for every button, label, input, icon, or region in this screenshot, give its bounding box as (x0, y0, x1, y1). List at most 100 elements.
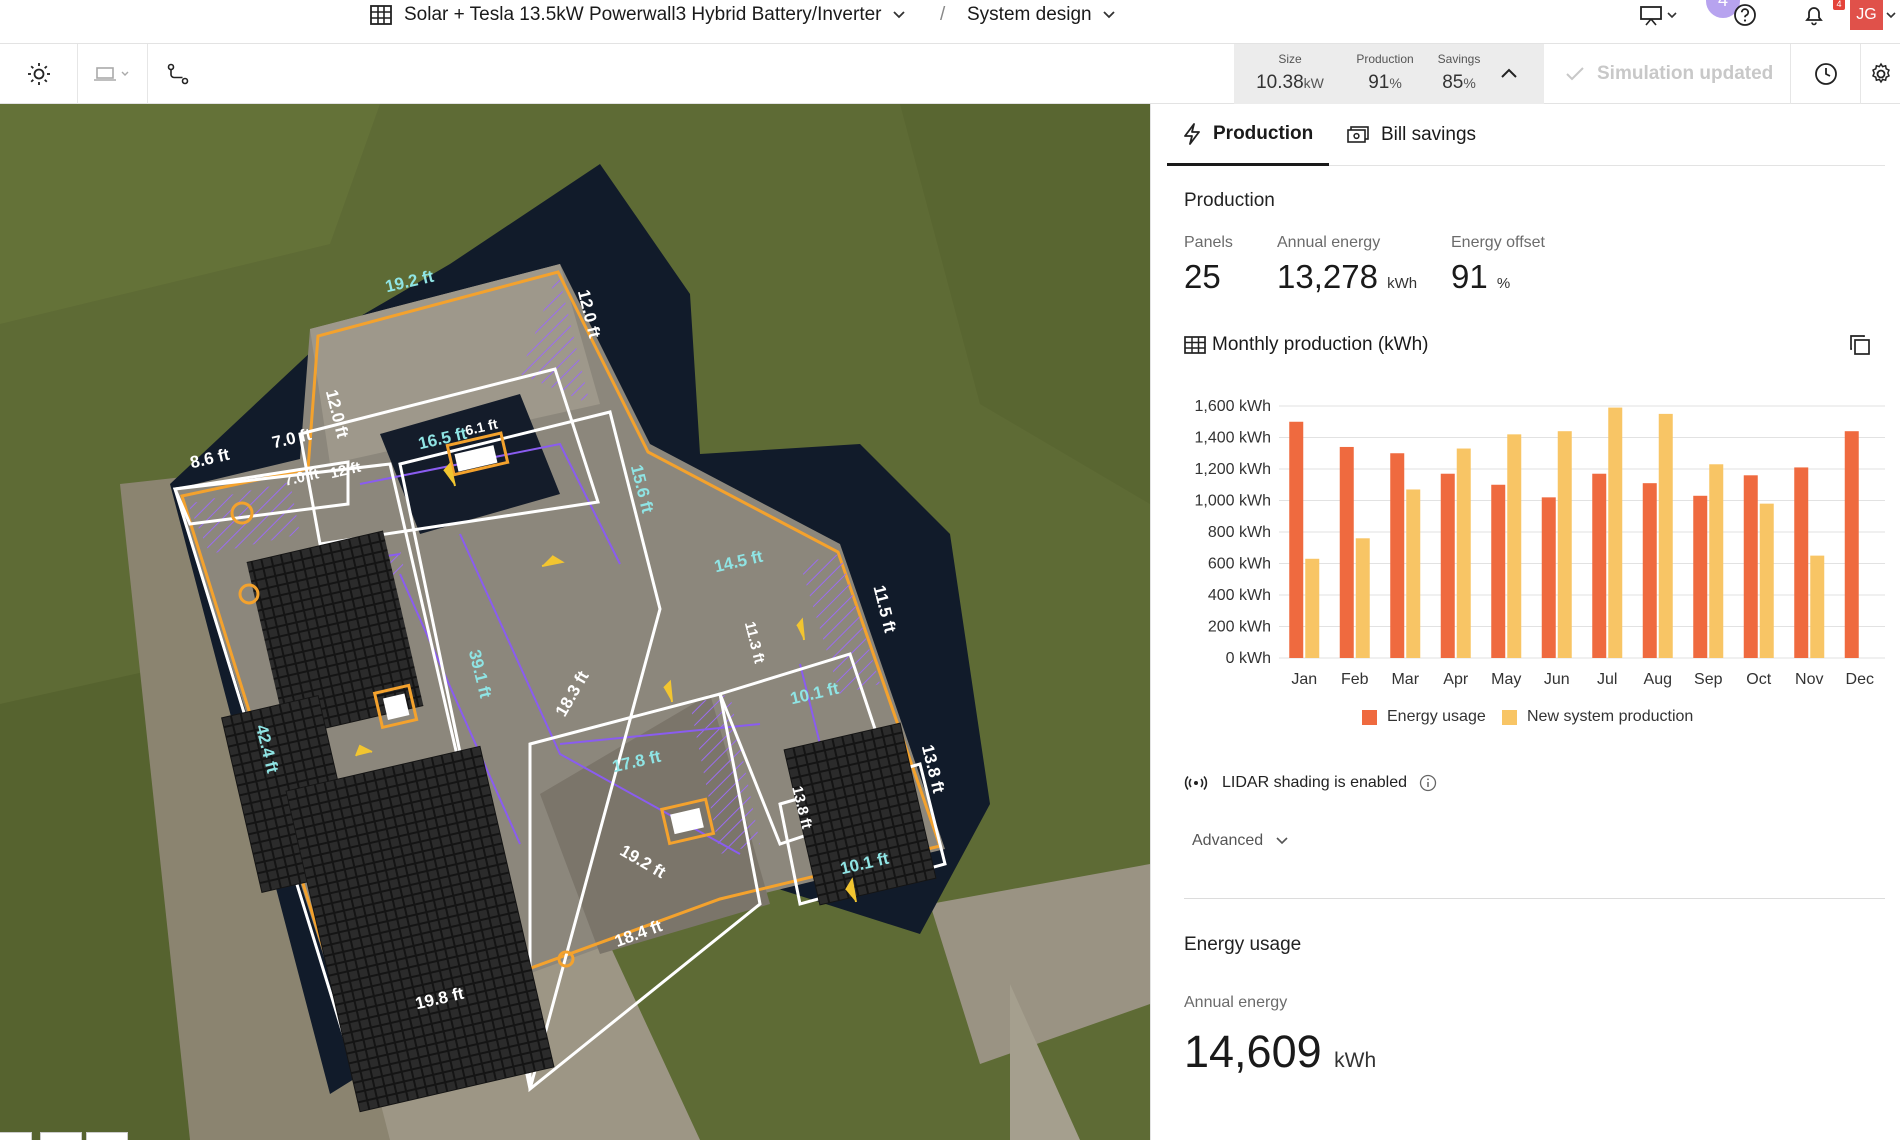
project-selector[interactable]: Solar + Tesla 13.5kW Powerwall3 Hybrid B… (370, 0, 906, 30)
x-tick-label: Nov (1795, 671, 1823, 688)
system-stats[interactable]: Size 10.38kW Production 91% Savings 85% (1234, 44, 1544, 104)
advanced-toggle[interactable]: Advanced (1192, 832, 1289, 850)
x-tick-label: Jan (1291, 671, 1317, 688)
toolbar: Size 10.38kW Production 91% Savings 85% … (0, 44, 1900, 104)
metric-label: Energy offset (1451, 234, 1545, 251)
presentation-icon (1640, 6, 1677, 26)
bar-energy-usage (1794, 467, 1809, 658)
metric-unit: % (1496, 275, 1511, 292)
section-selector[interactable]: System design (967, 0, 1116, 30)
energy-usage-title: Energy usage (1184, 934, 1302, 955)
bar-energy-usage (1592, 473, 1607, 658)
sun-icon (27, 63, 50, 85)
avatar[interactable]: JG (1850, 0, 1883, 30)
stat-unit: kW (1303, 75, 1324, 91)
stat-savings: Savings 85% (1429, 52, 1489, 94)
energy-usage-value: 14,609 (1184, 1026, 1322, 1077)
bar-new-system-production (1658, 413, 1673, 658)
table-icon[interactable] (1184, 336, 1206, 354)
top-header: Solar + Tesla 13.5kW Powerwall3 Hybrid B… (0, 0, 1900, 44)
bar-new-system-production (1608, 407, 1623, 658)
x-tick-label: Jun (1544, 671, 1570, 688)
simulation-status-text: Simulation updated (1597, 63, 1774, 84)
x-tick-label: Feb (1341, 671, 1369, 688)
account-menu-button[interactable] (1885, 0, 1897, 30)
stat-size: Size 10.38kW (1254, 52, 1326, 94)
bar-new-system-production (1456, 448, 1471, 658)
stat-value: 85 (1442, 72, 1464, 93)
bill-icon (1347, 126, 1369, 143)
lightning-icon (1184, 122, 1200, 145)
y-tick-label: 600 kWh (1208, 556, 1271, 573)
bar-energy-usage (1743, 475, 1758, 658)
x-tick-label: Aug (1644, 671, 1672, 688)
view-mode-button[interactable] (78, 44, 148, 104)
help-button[interactable] (1733, 0, 1757, 30)
y-tick-label: 1,200 kWh (1195, 461, 1271, 478)
aerial-map[interactable] (0, 104, 1150, 1140)
history-button[interactable] (1790, 44, 1860, 104)
settings-button[interactable] (1860, 44, 1900, 104)
stat-label: Size (1278, 52, 1302, 66)
metric-label: Annual energy (1277, 234, 1381, 251)
production-title: Production (1184, 190, 1275, 211)
grid-icon (370, 5, 392, 25)
tab-label: Production (1213, 122, 1314, 144)
help-icon (1734, 4, 1756, 26)
bar-new-system-production (1810, 555, 1825, 658)
metric-panels: Panels 25 (1184, 234, 1233, 296)
simulation-status: Simulation updated (1565, 44, 1773, 104)
bar-new-system-production (1507, 434, 1522, 658)
chevron-up-icon[interactable] (1500, 66, 1518, 80)
map-control[interactable] (86, 1132, 128, 1140)
lighting-button[interactable] (0, 44, 78, 104)
legend-label: Energy usage (1387, 708, 1486, 725)
map-control[interactable] (0, 1132, 32, 1140)
bar-energy-usage (1693, 495, 1708, 658)
y-tick-label: 1,400 kWh (1195, 430, 1271, 447)
stat-value: 10.38 (1256, 72, 1304, 93)
stat-unit: % (1463, 75, 1476, 91)
y-tick-label: 1,600 kWh (1195, 398, 1271, 415)
bar-new-system-production (1305, 558, 1320, 658)
notifications-button[interactable] (1802, 0, 1826, 30)
section-title: System design (967, 4, 1092, 25)
legend-energy-usage[interactable]: Energy usage (1362, 708, 1486, 726)
radar-icon (1184, 775, 1208, 791)
results-panel: Production Bill savings Production Panel… (1150, 104, 1900, 1140)
metric-value: 25 (1184, 258, 1221, 295)
energy-usage-value-row: 14,609 kWh (1184, 1026, 1376, 1078)
present-menu-button[interactable] (1640, 0, 1680, 30)
legend-swatch (1362, 709, 1377, 725)
info-icon[interactable] (1419, 774, 1437, 792)
y-tick-label: 200 kWh (1208, 619, 1271, 636)
chevron-down-icon (1276, 837, 1288, 845)
tab-production[interactable]: Production (1167, 104, 1330, 166)
legend-label: New system production (1527, 708, 1694, 725)
panel-tabs: Production Bill savings (1167, 104, 1885, 166)
x-tick-label: Apr (1443, 671, 1469, 688)
breadcrumb-separator: / (940, 4, 946, 25)
bar-new-system-production (1759, 503, 1774, 658)
stat-label: Production (1356, 52, 1414, 66)
bell-icon (1805, 7, 1823, 26)
energy-usage-unit: kWh (1334, 1049, 1377, 1072)
design-canvas[interactable]: 19.2 ft 12.0 ft 12.0 ft 8.6 ft 7.0 ft 7.… (0, 104, 1150, 1140)
tab-bill-savings[interactable]: Bill savings (1347, 104, 1476, 166)
chevron-down-icon (892, 11, 905, 19)
laptop-icon (93, 67, 128, 81)
bar-new-system-production (1406, 489, 1421, 658)
copy-icon[interactable] (1849, 334, 1871, 356)
bar-energy-usage (1491, 484, 1506, 658)
metric-value: 91 (1451, 258, 1488, 295)
legend-new-system-production[interactable]: New system production (1502, 708, 1693, 726)
x-tick-label: May (1491, 671, 1521, 688)
x-tick-label: Jul (1597, 671, 1617, 688)
map-control[interactable] (40, 1132, 82, 1140)
stringing-button[interactable] (148, 44, 208, 104)
gear-icon (1871, 62, 1890, 84)
clock-icon (1814, 63, 1837, 85)
monthly-production-chart: 0 kWh 200 kWh 400 kWh 600 kWh 800 kWh 1,000 k… (1195, 398, 1885, 688)
y-tick-label: 0 kWh (1226, 650, 1271, 667)
bar-energy-usage (1390, 453, 1405, 658)
